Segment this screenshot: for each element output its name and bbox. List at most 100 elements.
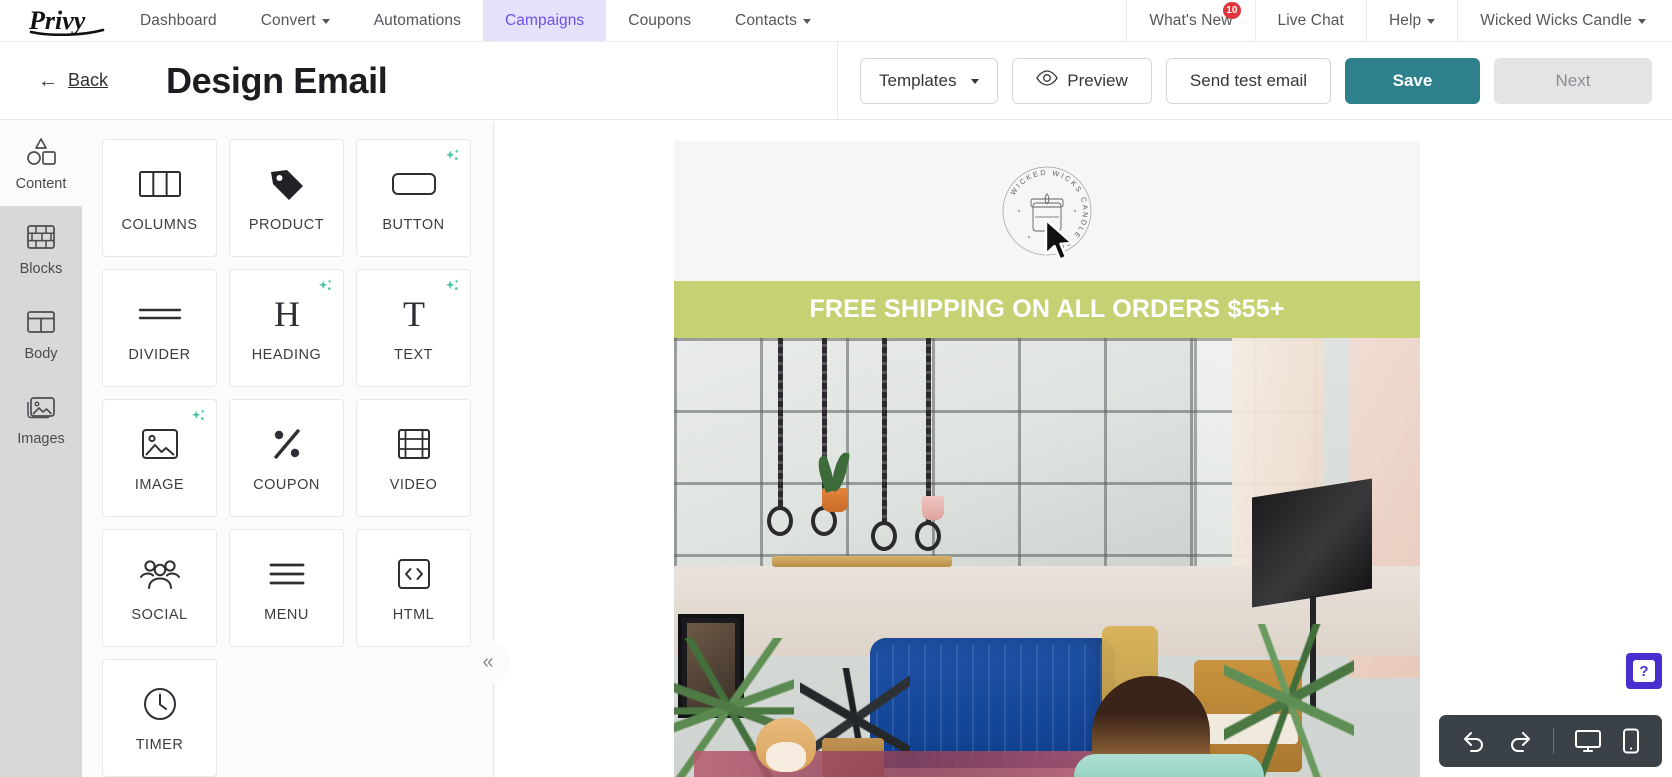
button-icon xyxy=(391,163,437,205)
primary-nav-items: Dashboard Convert Automations Campaigns … xyxy=(118,0,833,41)
palette-card-video[interactable]: VIDEO xyxy=(356,399,471,517)
palette-card-html[interactable]: HTML xyxy=(356,529,471,647)
percent-icon xyxy=(268,423,306,465)
next-label: Next xyxy=(1555,70,1591,90)
email-document[interactable]: WICKED WICKS CANDLE CO FREE SHIPPING ON … xyxy=(674,141,1420,777)
sidebar-item-label: Blocks xyxy=(19,261,63,277)
palette-card-text[interactable]: T TEXT xyxy=(356,269,471,387)
page-title: Design Email xyxy=(166,59,388,101)
email-block-announcement-bar[interactable]: FREE SHIPPING ON ALL ORDERS $55+ xyxy=(674,281,1420,338)
chevron-down-icon xyxy=(321,19,330,24)
nav-item-dashboard[interactable]: Dashboard xyxy=(118,0,239,41)
chevron-double-left-icon: « xyxy=(482,650,494,673)
code-icon xyxy=(396,553,432,595)
nav-item-convert[interactable]: Convert xyxy=(239,0,352,41)
image-icon xyxy=(25,390,57,424)
hamburger-icon xyxy=(268,553,306,595)
palette-card-label: HTML xyxy=(392,607,435,623)
privy-logo[interactable]: Privy xyxy=(0,0,118,41)
studio-softbox-light xyxy=(1252,478,1372,608)
back-label: Back xyxy=(68,70,109,90)
palette-card-social[interactable]: SOCIAL xyxy=(102,529,217,647)
nav-item-automations[interactable]: Automations xyxy=(352,0,483,41)
palette-card-label: MENU xyxy=(264,607,309,623)
heading-icon: H xyxy=(268,293,306,335)
gymnastic-ring xyxy=(871,521,897,551)
save-label: Save xyxy=(1392,70,1433,90)
wooden-bar xyxy=(772,556,952,567)
pink-vase xyxy=(922,496,944,520)
image-icon xyxy=(140,423,180,465)
help-widget-button[interactable]: ? xyxy=(1626,653,1662,689)
templates-dropdown-button[interactable]: Templates xyxy=(860,57,998,104)
undo-button[interactable] xyxy=(1461,729,1487,753)
palette-card-coupon[interactable]: COUPON xyxy=(229,399,344,517)
content-blocks-palette: COLUMNS PRODUCT BUTTON DIVIDER H HEADING… xyxy=(82,121,494,777)
email-canvas[interactable]: WICKED WICKS CANDLE CO FREE SHIPPING ON … xyxy=(494,121,1672,777)
account-name-label: Wicked Wicks Candle xyxy=(1480,11,1632,29)
whats-new-count-badge: 10 xyxy=(1223,2,1241,19)
clock-icon xyxy=(142,683,178,725)
palette-card-label: PRODUCT xyxy=(248,217,325,233)
back-link[interactable]: ← Back xyxy=(38,70,108,91)
nav-item-label: Convert xyxy=(260,11,316,29)
hanging-rope xyxy=(778,338,783,508)
nav-item-live-chat[interactable]: Live Chat xyxy=(1254,0,1366,41)
palette-card-image[interactable]: IMAGE xyxy=(102,399,217,517)
sidebar-item-blocks[interactable]: Blocks xyxy=(0,206,82,291)
nav-item-whats-new[interactable]: What's New 10 xyxy=(1126,0,1254,41)
save-button[interactable]: Save xyxy=(1345,57,1480,104)
nav-item-label: Contacts xyxy=(735,11,798,29)
film-icon xyxy=(396,423,432,465)
palette-card-button[interactable]: BUTTON xyxy=(356,139,471,257)
collapse-panel-button[interactable]: « xyxy=(466,640,510,684)
announcement-bar-text: FREE SHIPPING ON ALL ORDERS $55+ xyxy=(809,295,1285,323)
shapes-icon xyxy=(24,135,58,169)
chevron-down-icon xyxy=(803,19,812,24)
palette-card-columns[interactable]: COLUMNS xyxy=(102,139,217,257)
palette-card-label: HEADING xyxy=(251,347,322,363)
palette-card-label: DIVIDER xyxy=(128,347,191,363)
palette-card-label: BUTTON xyxy=(382,217,445,233)
palette-card-timer[interactable]: TIMER xyxy=(102,659,217,777)
editor-toolbar xyxy=(1439,715,1662,767)
palette-card-label: IMAGE xyxy=(134,477,185,493)
desktop-preview-button[interactable] xyxy=(1574,729,1602,753)
palette-card-label: SOCIAL xyxy=(131,607,188,623)
account-menu[interactable]: Wicked Wicks Candle xyxy=(1457,0,1672,41)
ai-sparkle-icon xyxy=(444,148,461,170)
redo-button[interactable] xyxy=(1507,729,1533,753)
palette-card-label: TEXT xyxy=(393,347,434,363)
mobile-preview-button[interactable] xyxy=(1622,728,1640,754)
nav-item-contacts[interactable]: Contacts xyxy=(713,0,833,41)
wicked-wicks-candle-co-logo: WICKED WICKS CANDLE CO xyxy=(997,161,1097,261)
palette-card-label: COUPON xyxy=(253,477,320,493)
chevron-down-icon xyxy=(1638,19,1646,24)
sidebar-item-label: Content xyxy=(15,176,67,192)
palette-card-heading[interactable]: H HEADING xyxy=(229,269,344,387)
palette-grid: COLUMNS PRODUCT BUTTON DIVIDER H HEADING… xyxy=(102,139,472,777)
arrow-left-icon: ← xyxy=(38,69,58,92)
palette-card-menu[interactable]: MENU xyxy=(229,529,344,647)
svg-text:WICKED WICKS CANDLE CO: WICKED WICKS CANDLE CO xyxy=(1008,168,1090,253)
sidebar-item-label: Body xyxy=(24,346,58,362)
eye-icon xyxy=(1036,70,1059,91)
sidebar-item-images[interactable]: Images xyxy=(0,376,82,461)
send-test-email-button[interactable]: Send test email xyxy=(1166,57,1331,104)
top-navigation-bar: Privy Dashboard Convert Automations Camp… xyxy=(0,0,1672,42)
preview-button[interactable]: Preview xyxy=(1012,57,1152,104)
next-button[interactable]: Next xyxy=(1494,57,1652,104)
email-block-hero-image[interactable] xyxy=(674,338,1420,777)
palette-card-product[interactable]: PRODUCT xyxy=(229,139,344,257)
sidebar-item-body[interactable]: Body xyxy=(0,291,82,376)
nav-item-label: Coupons xyxy=(628,11,692,29)
email-block-logo[interactable]: WICKED WICKS CANDLE CO xyxy=(674,141,1420,281)
header-actions: Templates Preview Send test email Save N… xyxy=(837,42,1672,119)
palette-card-divider[interactable]: DIVIDER xyxy=(102,269,217,387)
nav-item-help[interactable]: Help xyxy=(1365,0,1457,41)
nav-item-campaigns[interactable]: Campaigns xyxy=(482,0,607,41)
ai-sparkle-icon xyxy=(317,278,334,300)
sidebar-item-label: Images xyxy=(17,431,65,447)
nav-item-coupons[interactable]: Coupons xyxy=(606,0,713,41)
sidebar-item-content[interactable]: Content xyxy=(0,121,82,206)
